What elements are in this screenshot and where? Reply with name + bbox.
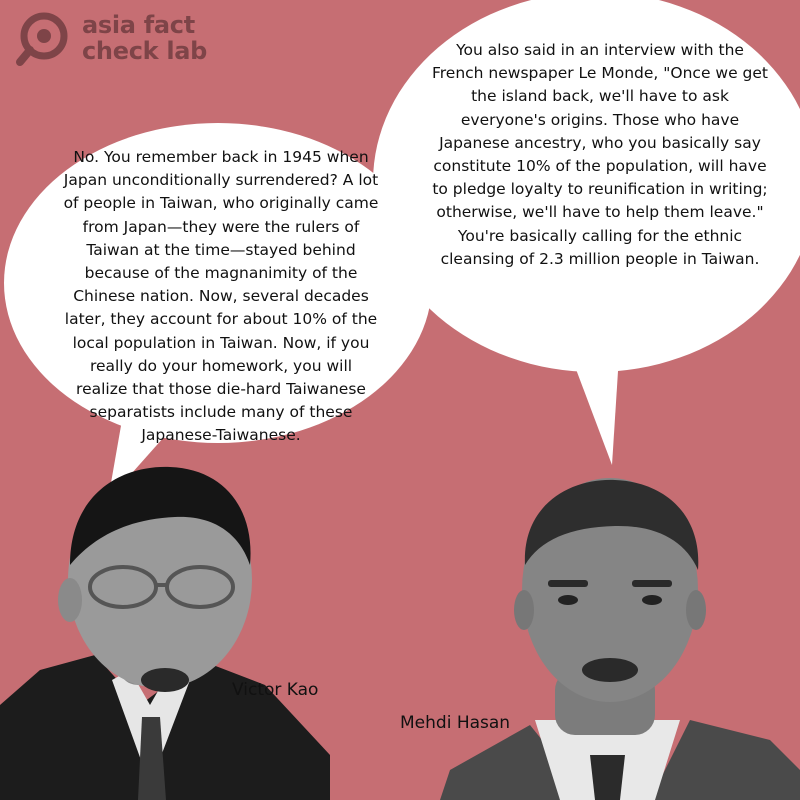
speaker-name-left: Victor Kao [232,680,319,700]
quote-text-left: No. You remember back in 1945 when Japan… [63,148,379,445]
speaker-name-right: Mehdi Hasan [400,713,511,733]
quote-text-right: You also said in an interview with the F… [431,41,769,268]
portrait-photo-right [440,470,800,800]
portrait-photo-left [0,455,330,800]
